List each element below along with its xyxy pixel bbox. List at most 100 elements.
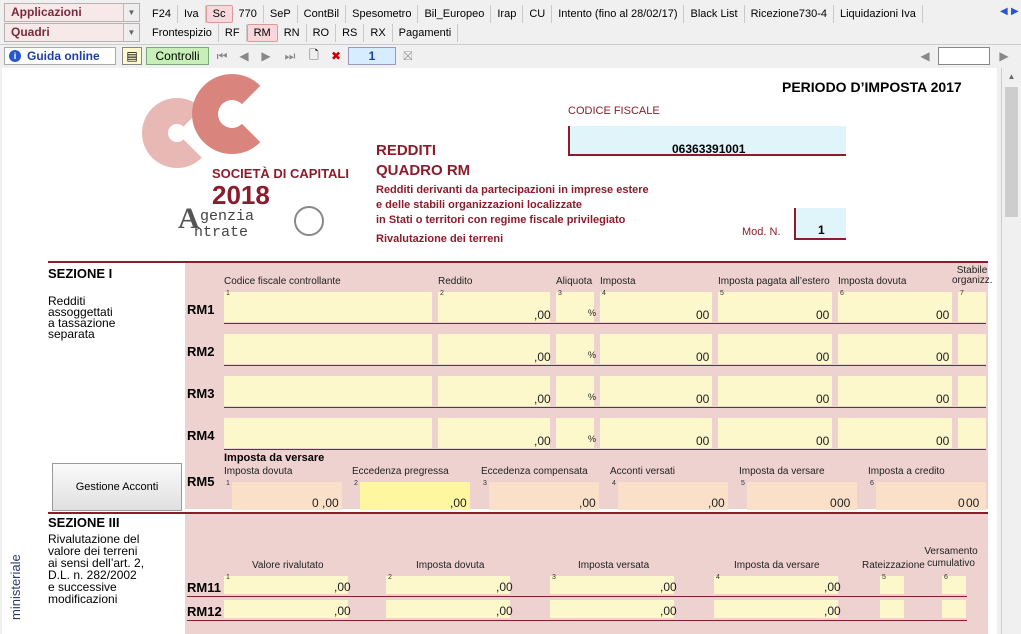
field-rm4-c5[interactable] (718, 418, 832, 448)
rm5-col-header: Imposta a credito (868, 466, 945, 477)
tab-frontespizio[interactable]: Frontespizio (146, 24, 219, 42)
sez3-col-header: Imposta dovuta (416, 560, 485, 571)
last-page-icon[interactable]: ⏭ (280, 47, 300, 65)
scroll-left-icon[interactable]: ◀ (918, 47, 932, 65)
redditi-title: REDDITI (376, 142, 436, 159)
field-index: 1 (226, 290, 230, 297)
tab-bil-europeo[interactable]: Bil_Europeo (418, 5, 492, 23)
periodo-imposta: PERIODO D’IMPOSTA 2017 (782, 79, 962, 95)
field-rm12-c4[interactable] (714, 600, 838, 618)
tab-irap[interactable]: Irap (491, 5, 524, 23)
field-rm1-c6[interactable] (838, 292, 952, 322)
field-rm2-c5[interactable] (718, 334, 832, 364)
percent-suffix: % (588, 434, 597, 444)
field-rm11-c4[interactable] (714, 576, 838, 594)
delete-page-icon[interactable]: ✖ (328, 47, 344, 65)
desc-line-3: in Stati o territori con regime fiscale … (376, 214, 626, 226)
page-number: 1 (368, 49, 376, 63)
row-underline (224, 323, 986, 324)
tab-ro[interactable]: RO (307, 24, 337, 42)
field-rm1-c1[interactable] (224, 292, 432, 322)
sez3-col-header: Imposta versata (578, 560, 650, 571)
next-page-icon[interactable]: ▶ (258, 47, 274, 65)
tab-cu[interactable]: CU (523, 5, 553, 23)
tab-f24[interactable]: F24 (146, 5, 178, 23)
field-index: 5 (720, 290, 724, 297)
scroll-up-icon[interactable]: ▲ (1002, 72, 1021, 81)
decimal-suffix: ,00 (579, 496, 596, 510)
vertical-scrollbar[interactable]: ▲ (1001, 68, 1021, 634)
tab-right-arrow-icon[interactable]: ▶ (1011, 6, 1019, 17)
field-rm3-c6[interactable] (838, 376, 952, 406)
tab-rx[interactable]: RX (364, 24, 393, 42)
tab-770[interactable]: 770 (233, 5, 264, 23)
field-index: 6 (870, 480, 874, 487)
tab-ricezione730-4[interactable]: Ricezione730-4 (745, 5, 834, 23)
rm5-value-5: 0 (830, 496, 837, 510)
field-rm3-c5[interactable] (718, 376, 832, 406)
tool-icon[interactable]: ⛝ (400, 47, 416, 65)
field-rm3-c1[interactable] (224, 376, 432, 406)
row-label-rm4: RM4 (187, 428, 215, 443)
decimal-suffix: 00 (696, 308, 710, 322)
tab-spesometro[interactable]: Spesometro (346, 5, 419, 23)
field-rm12-c1[interactable] (224, 600, 348, 618)
tab-rn[interactable]: RN (278, 24, 307, 42)
page-number-field[interactable]: 1 (348, 47, 396, 65)
scroll-right-icon[interactable]: ▶ (997, 47, 1011, 65)
field-rm2-c1[interactable] (224, 334, 432, 364)
controlli-label: Controlli (155, 49, 200, 63)
field-rm12-c2[interactable] (386, 600, 510, 618)
percent-suffix: % (588, 308, 597, 318)
tab-left-arrow-icon[interactable]: ◀ (1000, 6, 1008, 17)
tab-sc[interactable]: Sc (205, 5, 233, 23)
first-page-icon[interactable]: ⏮ (214, 47, 230, 65)
scroll-thumb[interactable] (1005, 87, 1018, 217)
field-rm3-c7[interactable] (958, 376, 986, 406)
applicazioni-combo[interactable]: Applicazioni ▼ (4, 3, 140, 22)
gestione-acconti-button[interactable]: Gestione Acconti (52, 463, 182, 511)
tab-rs[interactable]: RS (336, 24, 365, 42)
tab-pagamenti[interactable]: Pagamenti (393, 24, 459, 42)
tab-sep[interactable]: SeP (264, 5, 298, 23)
field-rm11-c3[interactable] (550, 576, 674, 594)
row-underline (224, 449, 986, 450)
row-label-rm12: RM12 (187, 604, 222, 619)
field-rm4-c7[interactable] (958, 418, 986, 448)
field-rm1-c5[interactable] (718, 292, 832, 322)
chevron-down-icon[interactable]: ▼ (123, 4, 139, 21)
quadri-combo[interactable]: Quadri ▼ (4, 23, 140, 42)
field-index: 2 (440, 290, 444, 297)
decimal-suffix: ,00 (496, 580, 513, 594)
row-label-rm11: RM11 (187, 580, 221, 595)
field-rm11-c1[interactable] (224, 576, 348, 594)
field-rm4-c1[interactable] (224, 418, 432, 448)
tab-black-list[interactable]: Black List (684, 5, 745, 23)
tab-liquidazioni-iva[interactable]: Liquidazioni Iva (834, 5, 923, 23)
new-page-icon[interactable]: 🗋 (306, 47, 322, 65)
decimal-suffix: 00 (936, 434, 950, 448)
field-rm11-c2[interactable] (386, 576, 510, 594)
field-rm2-c6[interactable] (838, 334, 952, 364)
sez1-desc-line: separata (48, 327, 95, 341)
tab-contbil[interactable]: ContBil (298, 5, 347, 23)
chevron-down-icon[interactable]: ▼ (123, 24, 139, 41)
tab-iva[interactable]: Iva (178, 5, 206, 23)
field-rm12-c3[interactable] (550, 600, 674, 618)
field-rm4-c6[interactable] (838, 418, 952, 448)
search-field[interactable] (938, 47, 990, 65)
tab-intento-fino-al-28-02-17-[interactable]: Intento (fino al 28/02/17) (552, 5, 685, 23)
prev-page-icon[interactable]: ◀ (236, 47, 252, 65)
field-rm12-c5[interactable] (880, 600, 904, 618)
row-underline (224, 407, 986, 408)
tab-rf[interactable]: RF (219, 24, 247, 42)
field-index: 1 (226, 574, 230, 581)
decimal-suffix: ,00 (450, 496, 467, 510)
tab-rm[interactable]: RM (246, 24, 278, 42)
guida-online-button[interactable]: i Guida online (4, 47, 116, 65)
decimal-suffix: ,00 (824, 580, 841, 594)
print-icon[interactable]: ▤ (122, 47, 142, 65)
controlli-button[interactable]: Controlli (146, 47, 209, 65)
field-rm12-c6[interactable] (942, 600, 966, 618)
field-rm2-c7[interactable] (958, 334, 986, 364)
